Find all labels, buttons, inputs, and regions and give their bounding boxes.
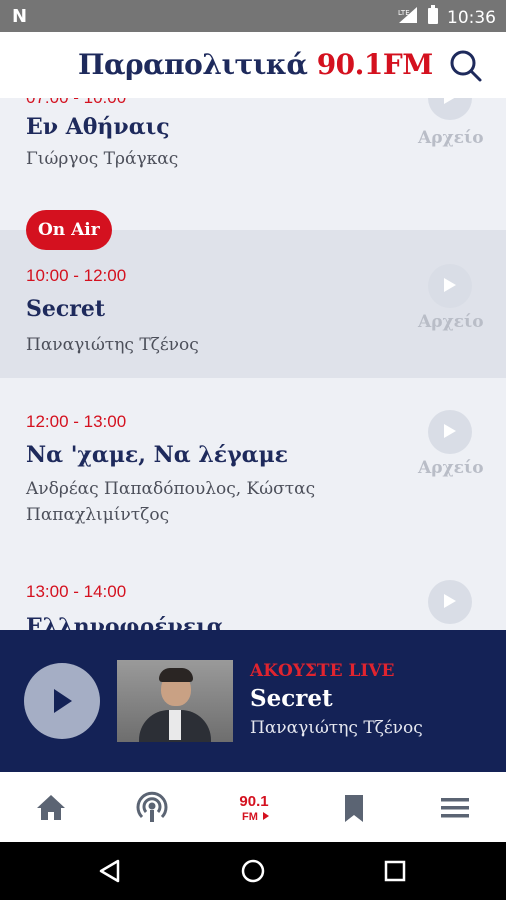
svg-text:FM: FM	[242, 811, 258, 823]
svg-text:90.1: 90.1	[239, 793, 268, 810]
item-show: Να 'χαμε, Να λέγαμε	[26, 442, 289, 468]
archive-label[interactable]: Αρχείο	[418, 312, 484, 332]
player-show: Secret	[250, 685, 333, 712]
schedule-list[interactable]: 07:00 - 10:00 Εν Αθήναις Γιώργος Τράγκας…	[0, 98, 506, 630]
on-air-badge: On Air	[26, 210, 112, 250]
live-player: ΑΚΟΥΣΤΕ LIVE Secret Παναγιώτης Τζένος	[0, 630, 506, 772]
battery-icon	[427, 5, 439, 30]
item-show: Secret	[26, 296, 106, 322]
live-play-button[interactable]	[24, 663, 100, 739]
photo-hair	[159, 668, 193, 682]
recents-icon[interactable]	[384, 860, 406, 886]
clock: 10:36	[447, 7, 496, 28]
podcast-icon[interactable]	[134, 790, 170, 826]
bookmark-icon[interactable]	[336, 790, 372, 826]
item-time: 07:00 - 10:00	[26, 98, 126, 108]
status-bar: N LTE 10:36	[0, 0, 506, 32]
home-icon[interactable]	[33, 790, 69, 826]
back-icon[interactable]	[98, 859, 122, 887]
item-host: Γιώργος Τράγκας	[26, 149, 179, 169]
archive-play-button[interactable]	[428, 98, 472, 120]
item-time: 13:00 - 14:00	[26, 582, 127, 601]
lte-signal-icon: LTE	[397, 5, 419, 30]
radio-logo-icon[interactable]: 90.1 FM	[232, 790, 276, 826]
app-header: Παραπολιτικά 90.1FM	[0, 32, 506, 98]
item-host: Παναγιώτης Τζένος	[26, 335, 199, 355]
item-show: Ελληνοφρένεια	[26, 614, 224, 630]
host-photo	[117, 660, 233, 742]
photo-shirt	[169, 710, 181, 740]
item-time: 12:00 - 13:00	[26, 412, 127, 431]
title-fm: 90.1FM	[316, 48, 434, 81]
svg-text:LTE: LTE	[398, 9, 410, 17]
home-circle-icon[interactable]	[241, 859, 265, 887]
title-main: Παραπολιτικά	[78, 48, 308, 81]
live-label: ΑΚΟΥΣΤΕ LIVE	[250, 661, 395, 681]
app-title: Παραπολιτικά 90.1FM	[78, 48, 433, 81]
archive-play-button[interactable]	[428, 264, 472, 308]
player-host: Παναγιώτης Τζένος	[250, 718, 423, 738]
item-time: 10:00 - 12:00	[26, 266, 127, 285]
archive-play-button[interactable]	[428, 580, 472, 624]
search-icon[interactable]	[448, 48, 484, 84]
system-navigation-bar	[0, 842, 506, 900]
notification-icon: N	[12, 6, 28, 27]
archive-play-button[interactable]	[428, 410, 472, 454]
item-show: Εν Αθήναις	[26, 114, 170, 140]
menu-icon[interactable]	[437, 790, 473, 826]
archive-label[interactable]: Αρχείο	[418, 128, 484, 148]
archive-label[interactable]: Αρχείο	[418, 458, 484, 478]
bottom-navigation: 90.1 FM	[0, 772, 506, 842]
item-host: Ανδρέας Παπαδόπουλος, Κώστας Παπαχλιμίντ…	[26, 479, 316, 525]
